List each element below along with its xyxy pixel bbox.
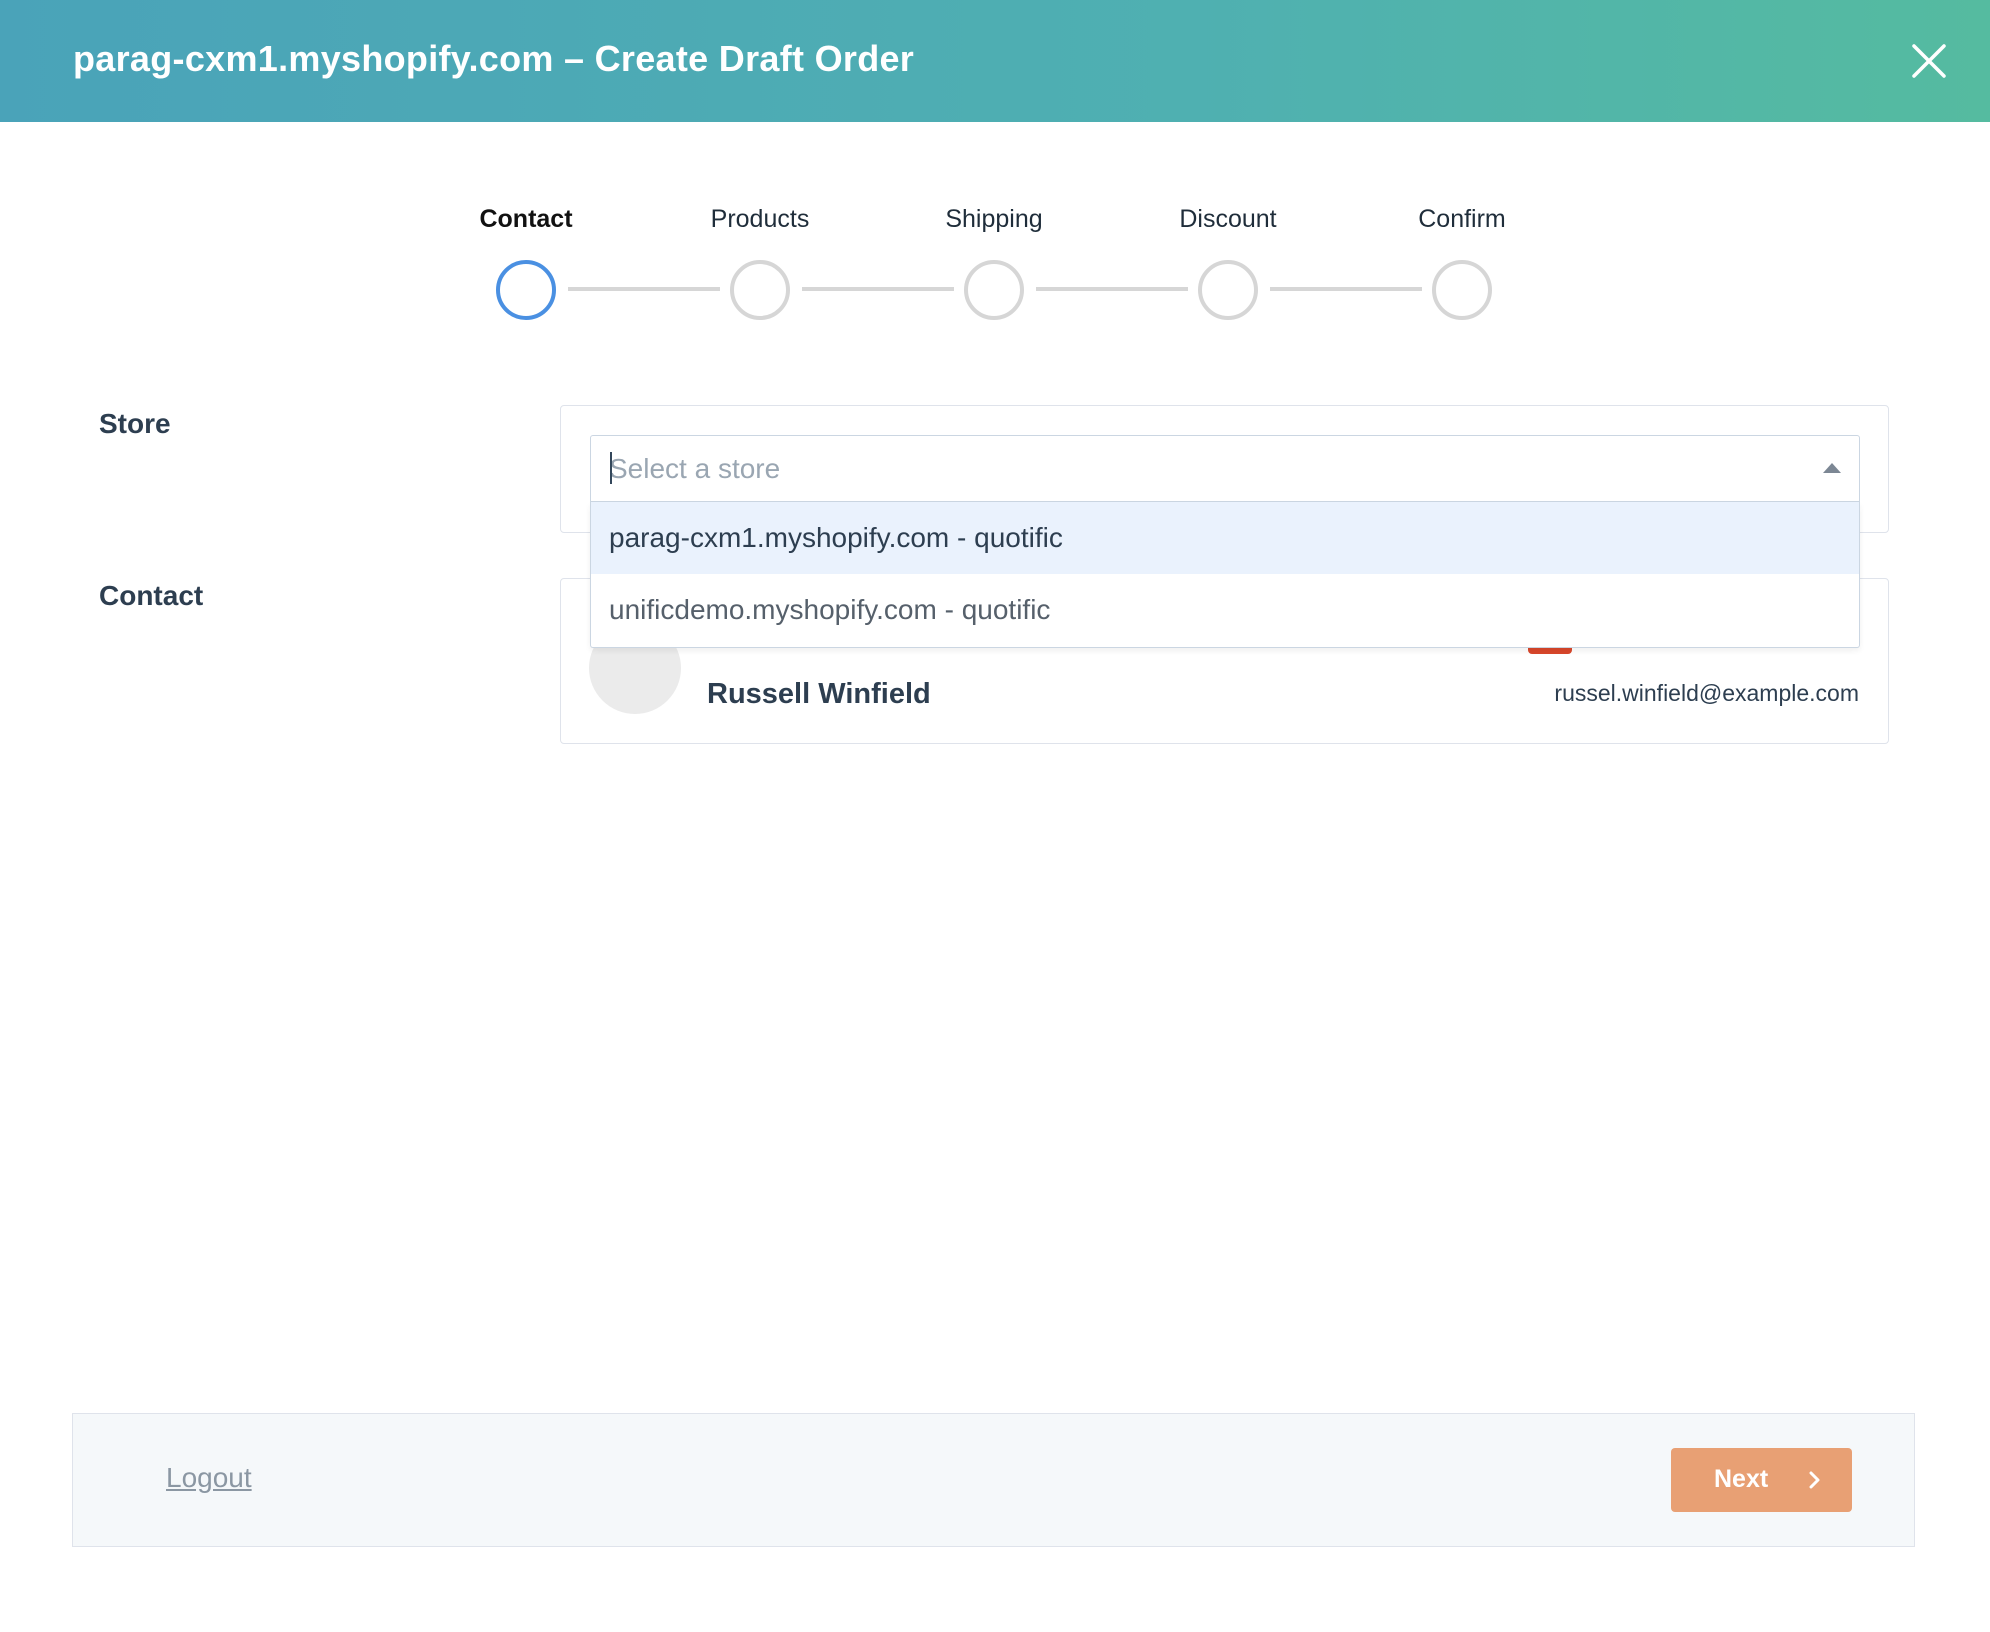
step-circle-products [730,260,790,320]
modal-footer: Logout Next [72,1413,1915,1547]
store-label: Store [99,408,171,439]
step-label-shipping: Shipping [945,205,1043,233]
contact-label: Contact [99,580,204,611]
step-circle-contact [496,260,556,320]
step-circle-discount [1198,260,1258,320]
next-button-label: Next [1714,1465,1769,1493]
step-label-confirm: Confirm [1418,205,1506,233]
store-search-input[interactable] [609,450,1789,488]
step-connector [568,287,720,291]
step-connector [1270,287,1422,291]
step-label-contact: Contact [479,205,573,233]
contact-email: russel.winfield@example.com [1554,680,1859,706]
step-label-discount: Discount [1179,205,1277,233]
logout-link[interactable]: Logout [166,1462,252,1494]
text-cursor [610,452,612,484]
step-circle-confirm [1432,260,1492,320]
store-option-parag-cxm1[interactable]: parag-cxm1.myshopify.com - quotific [591,502,1859,574]
step-connector [1036,287,1188,291]
progress-stepper: Contact Products Shipping Discount Confi… [0,0,1990,330]
step-circle-shipping [964,260,1024,320]
step-connector [802,287,954,291]
store-dropdown-menu: parag-cxm1.myshopify.com - quotific unif… [590,502,1860,648]
chevron-right-icon [1809,1471,1820,1489]
contact-name: Russell Winfield [707,678,931,710]
store-option-unificdemo[interactable]: unificdemo.myshopify.com - quotific [591,574,1859,646]
caret-up-icon[interactable] [1823,463,1841,473]
next-button[interactable]: Next [1671,1448,1852,1512]
store-select[interactable] [590,435,1860,502]
step-label-products: Products [710,205,810,233]
